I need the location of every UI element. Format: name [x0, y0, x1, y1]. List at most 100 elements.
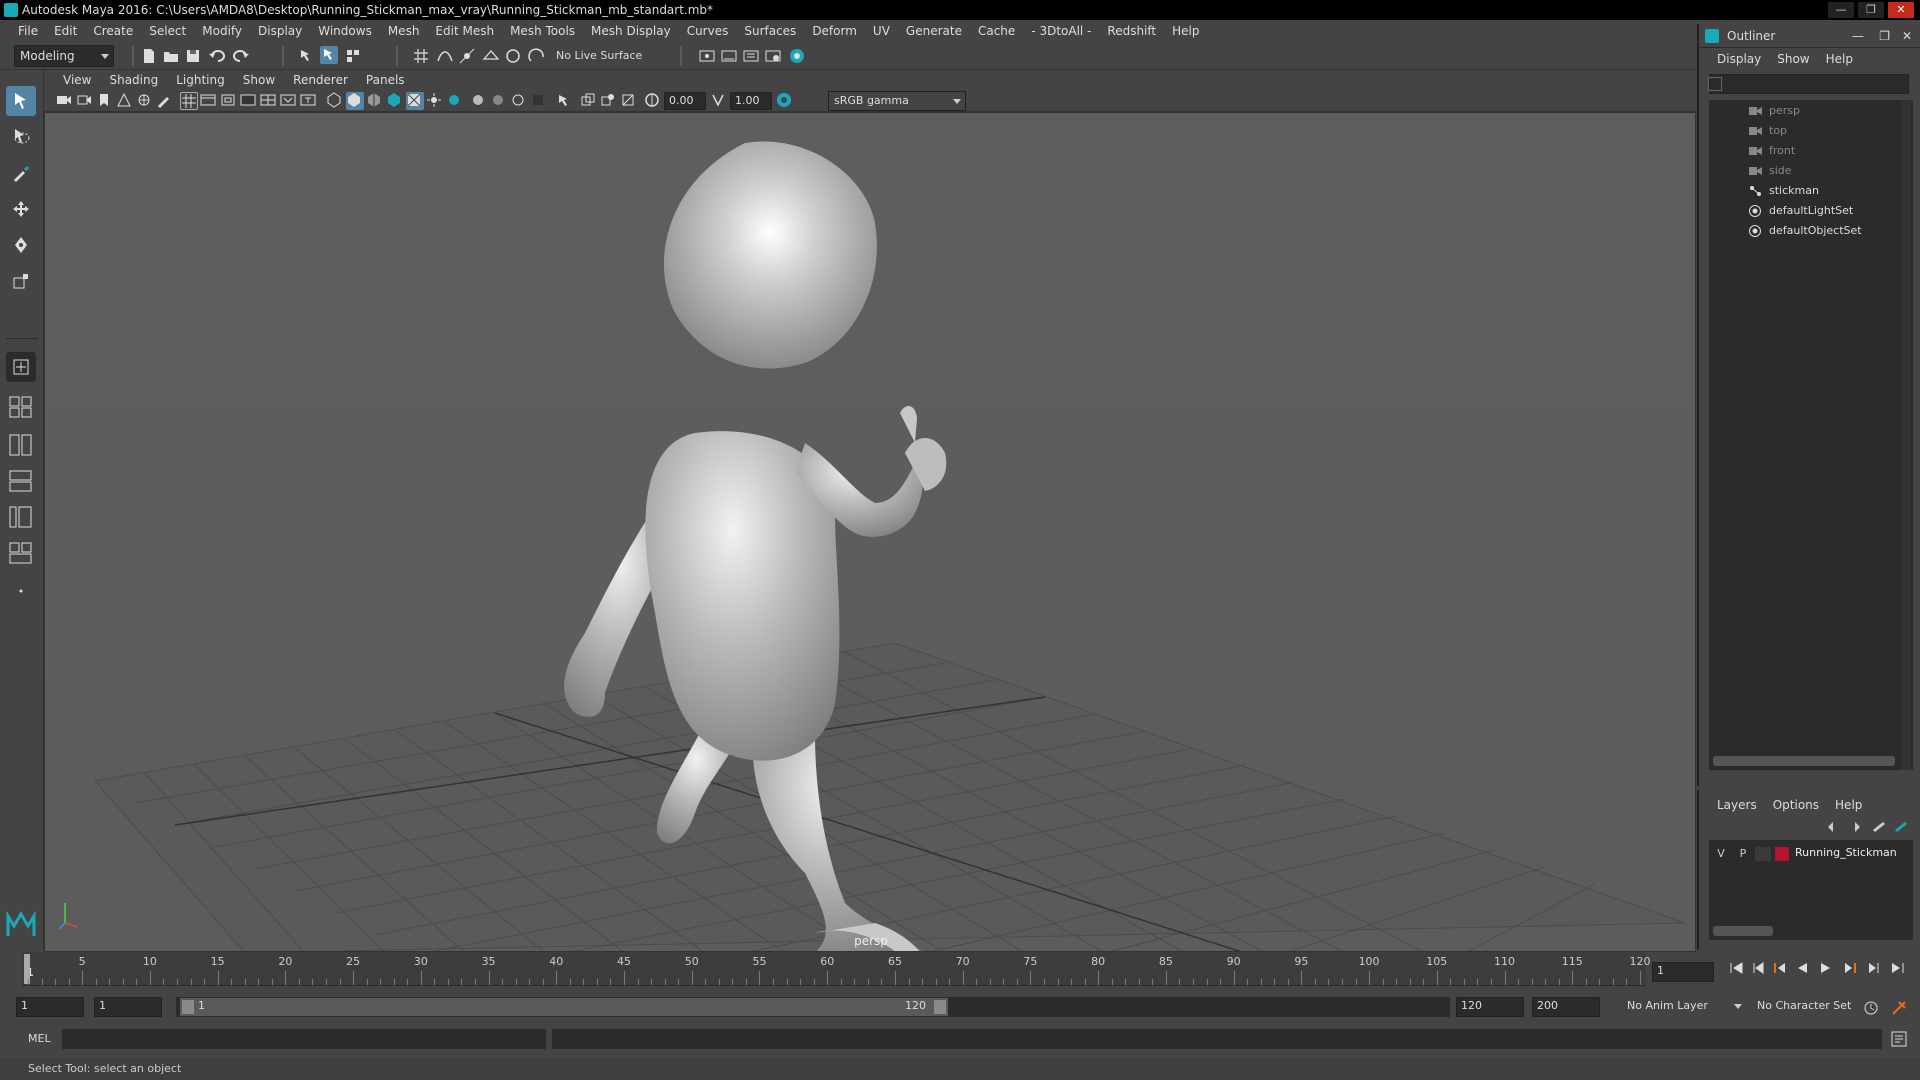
gamma-field[interactable]: 1.00 [730, 92, 772, 110]
menu-edit[interactable]: Edit [46, 24, 85, 38]
layers-menu-help[interactable]: Help [1827, 798, 1870, 812]
restore-button[interactable]: ❐ [1858, 2, 1884, 18]
command-input[interactable] [62, 1029, 546, 1049]
step-back-frame-icon[interactable] [1750, 960, 1766, 976]
go-to-end-icon[interactable] [1890, 960, 1906, 976]
wireframe-on-shaded-icon[interactable] [386, 92, 404, 110]
image-plane-icon[interactable] [116, 92, 134, 110]
layer-visibility-toggle[interactable]: V [1713, 847, 1729, 861]
playback-start-field[interactable]: 1 [94, 997, 162, 1017]
viewport-menu-show[interactable]: Show [234, 73, 284, 87]
animation-start-field[interactable]: 1 [16, 997, 84, 1017]
menu-display[interactable]: Display [250, 24, 310, 38]
step-forward-frame-icon[interactable] [1866, 960, 1882, 976]
render-settings-icon[interactable] [764, 47, 782, 65]
new-layer-selected-icon[interactable] [1893, 820, 1909, 834]
textured-icon[interactable] [406, 92, 424, 110]
outliner-item-defaultlightset[interactable]: defaultLightSet [1749, 202, 1853, 220]
color-space-dropdown[interactable]: sRGB gamma [828, 91, 966, 111]
viewport-menu-lighting[interactable]: Lighting [167, 73, 234, 87]
paint-select-tool-icon[interactable] [6, 158, 36, 188]
last-tool-icon[interactable] [6, 352, 36, 382]
safe-action-icon[interactable] [280, 92, 298, 110]
maximize-button[interactable]: ❐ [1879, 24, 1890, 48]
outliner-menu-show[interactable]: Show [1769, 52, 1817, 72]
range-start-handle[interactable] [182, 1000, 194, 1014]
menu-edit-mesh[interactable]: Edit Mesh [427, 24, 502, 38]
viewport-menu-panels[interactable]: Panels [357, 73, 414, 87]
select-component-icon[interactable] [344, 47, 362, 65]
character-set-dropdown[interactable]: No Character Set [1752, 997, 1862, 1017]
go-to-start-icon[interactable] [1728, 960, 1744, 976]
outliner-item-top[interactable]: top [1749, 122, 1787, 140]
close-button[interactable]: ✕ [1902, 24, 1912, 48]
move-layer-up-icon[interactable] [1825, 820, 1841, 834]
menu-deform[interactable]: Deform [804, 24, 865, 38]
rotate-tool-icon[interactable] [6, 230, 36, 260]
use-all-lights-icon[interactable] [426, 92, 444, 110]
outliner-item-front[interactable]: front [1749, 142, 1795, 160]
lasso-tool-icon[interactable] [6, 122, 36, 152]
depth-of-field-icon[interactable] [530, 92, 548, 110]
snap-curve-icon[interactable] [436, 47, 454, 65]
xray-icon[interactable] [580, 92, 598, 110]
scale-tool-icon[interactable] [6, 266, 36, 296]
bookmark-icon[interactable] [96, 92, 114, 110]
layout-two-view-icon[interactable] [6, 430, 36, 460]
menu-modify[interactable]: Modify [194, 24, 250, 38]
select-hierarchy-icon[interactable] [298, 47, 316, 65]
safe-title-icon[interactable] [300, 92, 318, 110]
range-end-handle[interactable] [934, 1000, 946, 1014]
2d-pan-zoom-icon[interactable] [136, 92, 154, 110]
field-chart-icon[interactable] [260, 92, 278, 110]
undo-icon[interactable] [208, 47, 226, 65]
script-editor-icon[interactable] [1890, 1030, 1908, 1048]
anim-layer-dropdown[interactable]: No Anim Layer [1622, 997, 1746, 1017]
open-scene-icon[interactable] [162, 47, 180, 65]
menu-mesh-tools[interactable]: Mesh Tools [502, 24, 583, 38]
viewport-menu-shading[interactable]: Shading [100, 73, 167, 87]
outliner-search-input[interactable] [1708, 74, 1909, 94]
xray-components-icon[interactable] [620, 92, 638, 110]
viewport-menu-renderer[interactable]: Renderer [284, 73, 357, 87]
menu-mesh-display[interactable]: Mesh Display [583, 24, 679, 38]
select-object-icon[interactable] [320, 46, 338, 64]
step-forward-key-icon[interactable] [1842, 960, 1858, 976]
outliner-horizontal-scrollbar[interactable] [1713, 756, 1895, 766]
layout-outliner-icon[interactable] [6, 502, 36, 532]
filter-icon[interactable] [1708, 77, 1722, 91]
gamma-icon[interactable] [710, 92, 728, 110]
menu-create[interactable]: Create [85, 24, 141, 38]
close-button[interactable]: ✕ [1888, 2, 1914, 18]
play-forward-icon[interactable] [1818, 960, 1834, 976]
snap-point-icon[interactable] [458, 47, 476, 65]
layout-four-view-icon[interactable] [6, 392, 36, 422]
layers-horizontal-scrollbar[interactable] [1713, 926, 1773, 936]
menu-mesh[interactable]: Mesh [380, 24, 428, 38]
menu-generate[interactable]: Generate [898, 24, 970, 38]
menu-file[interactable]: File [10, 24, 46, 38]
layer-name[interactable]: Running_Stickman [1795, 846, 1897, 859]
more-layouts-icon[interactable] [6, 576, 36, 606]
exposure-field[interactable]: 0.00 [664, 92, 706, 110]
xray-joints-icon[interactable] [600, 92, 618, 110]
outliner-item-side[interactable]: side [1749, 162, 1792, 180]
render-view-icon[interactable] [698, 47, 716, 65]
new-scene-icon[interactable] [140, 47, 158, 65]
outliner-menu-display[interactable]: Display [1709, 52, 1769, 72]
save-scene-icon[interactable] [184, 47, 202, 65]
anti-aliasing-icon[interactable] [510, 92, 528, 110]
outliner-menu-help[interactable]: Help [1818, 52, 1861, 72]
gate-mask-icon[interactable] [240, 92, 258, 110]
animation-preferences-icon[interactable] [1890, 999, 1908, 1017]
outliner-item-stickman[interactable]: stickman [1749, 182, 1819, 200]
make-live-icon[interactable] [528, 47, 546, 65]
hypershade-icon[interactable] [788, 47, 806, 65]
render-current-frame-icon[interactable] [720, 47, 738, 65]
layers-menu-layers[interactable]: Layers [1709, 798, 1765, 812]
film-gate-icon[interactable] [200, 92, 218, 110]
ipr-render-icon[interactable] [742, 47, 760, 65]
step-back-key-icon[interactable] [1772, 960, 1788, 976]
move-layer-down-icon[interactable] [1847, 820, 1863, 834]
current-time-indicator[interactable] [24, 954, 30, 984]
